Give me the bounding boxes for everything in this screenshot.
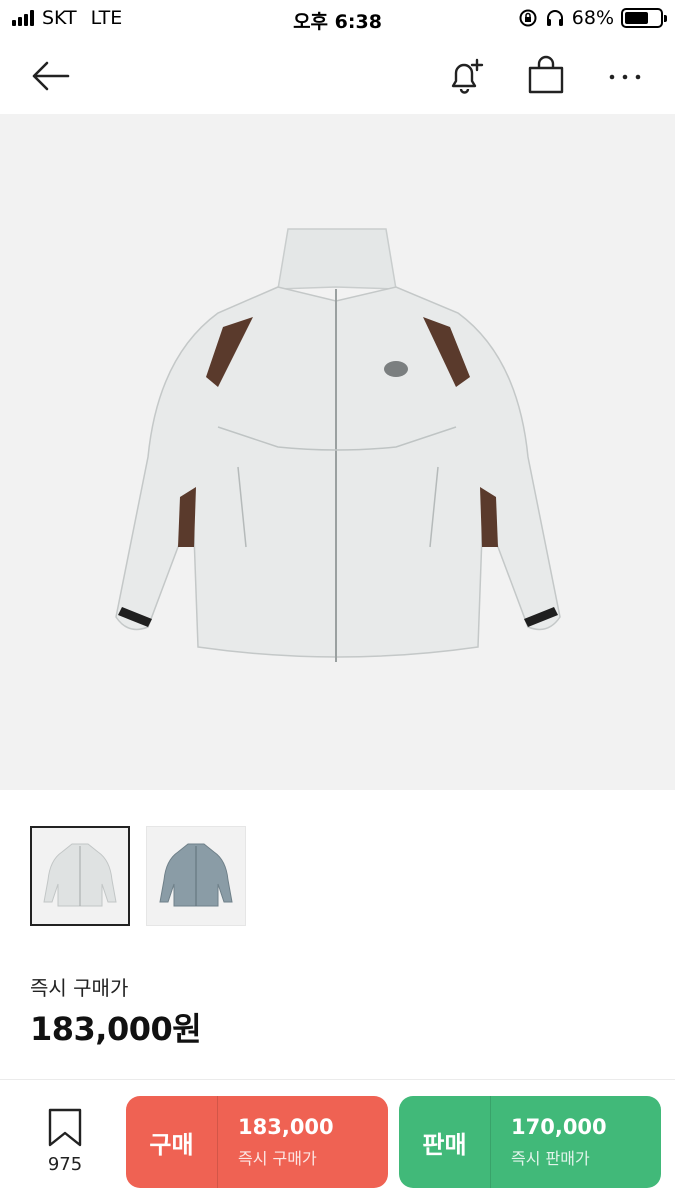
shopping-bag-button[interactable] [524, 54, 568, 98]
sell-tag: 판매 [399, 1096, 491, 1188]
jacket-thumb-light [43, 843, 117, 907]
instant-buy-price-label: 즉시 구매가 [30, 976, 129, 1000]
status-bar: SKT LTE 오후 6:38 68% [0, 0, 675, 38]
alert-add-button[interactable] [444, 54, 488, 98]
sell-button[interactable]: 판매 170,000 즉시 판매가 [399, 1096, 661, 1188]
battery-icon [621, 8, 667, 28]
wish-button[interactable]: 975 [30, 1108, 100, 1178]
top-nav [0, 38, 675, 114]
bottom-divider [0, 1079, 675, 1080]
instant-buy-price-value: 183,000원 [30, 1010, 202, 1048]
back-button[interactable] [28, 56, 72, 96]
sell-info: 170,000 즉시 판매가 [491, 1096, 661, 1188]
thumbnail-list [30, 826, 246, 926]
status-right: 68% [518, 7, 667, 29]
wish-count: 975 [47, 1154, 83, 1175]
more-button[interactable] [603, 54, 647, 98]
thumbnail-blue-gray[interactable] [146, 826, 246, 926]
buy-amount: 183,000 [238, 1115, 334, 1139]
buy-info: 183,000 즉시 구매가 [218, 1096, 388, 1188]
sell-amount: 170,000 [511, 1115, 607, 1139]
jacket-illustration [114, 228, 561, 662]
bookmark-icon [48, 1108, 82, 1147]
more-icon [609, 74, 641, 80]
thumbnail-light-gray[interactable] [30, 826, 130, 926]
headphones-icon [546, 10, 563, 26]
product-image[interactable] [0, 114, 675, 790]
battery-fill [625, 12, 649, 24]
back-arrow-icon [32, 61, 70, 91]
shopping-bag-icon [528, 55, 564, 94]
rotation-lock-icon [519, 9, 537, 27]
sell-sub-label: 즉시 판매가 [511, 1149, 590, 1168]
buy-button[interactable]: 구매 183,000 즉시 구매가 [126, 1096, 388, 1188]
buy-tag: 구매 [126, 1096, 218, 1188]
battery-percent: 68% [571, 7, 614, 29]
buy-sub-label: 즉시 구매가 [238, 1149, 317, 1168]
jacket-thumb-blue [159, 843, 233, 907]
bell-plus-icon [451, 58, 484, 94]
